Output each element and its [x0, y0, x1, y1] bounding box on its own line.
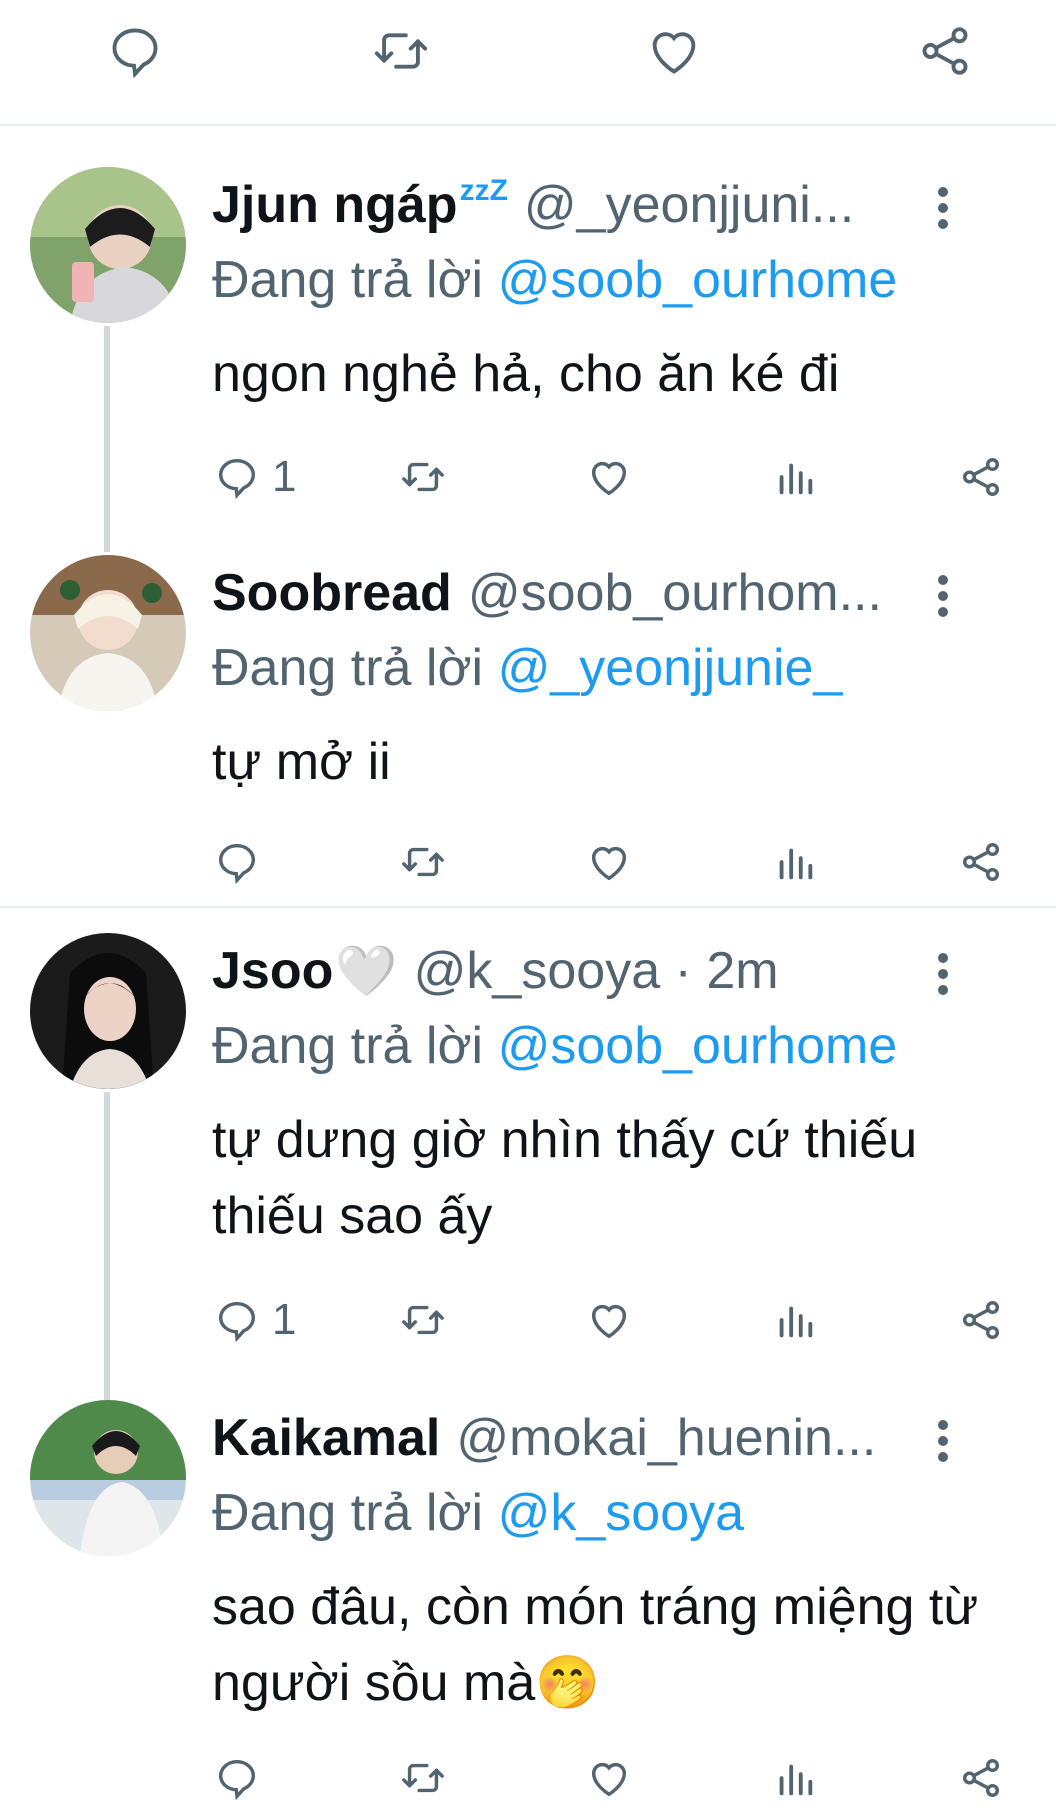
avatar[interactable] — [30, 167, 186, 323]
retweet-button[interactable] — [400, 1748, 446, 1808]
like-button[interactable] — [586, 447, 632, 507]
views-icon — [779, 1306, 813, 1338]
mention-link[interactable]: @soob_ourhome — [498, 1017, 898, 1075]
heart-icon — [591, 846, 627, 881]
views-button[interactable] — [772, 1748, 818, 1808]
replying-label: Đang trả lời — [212, 639, 484, 697]
more-vertical-icon[interactable] — [932, 1416, 952, 1466]
retweet-button[interactable] — [400, 1290, 446, 1350]
retweet-icon[interactable] — [372, 22, 430, 80]
retweet-icon — [402, 847, 444, 877]
mention-link[interactable]: @k_sooya — [498, 1484, 744, 1542]
mention-link[interactable]: @soob_ourhome — [498, 251, 898, 309]
share-button[interactable] — [958, 1290, 1004, 1350]
views-button[interactable] — [772, 447, 818, 507]
replying-label: Đang trả lời — [212, 1017, 484, 1075]
share-icon — [962, 1301, 1000, 1339]
mention-link[interactable]: @_yeonjjunie_ — [498, 639, 843, 697]
username[interactable]: @mokai_huenin... — [456, 1406, 876, 1470]
share-button[interactable] — [958, 832, 1004, 892]
reply-button[interactable]: 1 — [214, 447, 296, 507]
share-icon — [962, 458, 1000, 496]
sleep-emoji: zzZ — [459, 174, 508, 207]
heart-icon — [591, 1304, 627, 1339]
replying-to: Đang trả lời @soob_ourhome — [212, 1014, 897, 1078]
replying-label: Đang trả lời — [212, 251, 484, 309]
reply-icon — [218, 1301, 256, 1343]
reply-icon — [218, 458, 256, 500]
replying-to: Đang trả lời @soob_ourhome — [212, 248, 897, 312]
share-icon — [962, 843, 1000, 881]
tweet-header: Jjun ngáp zzZ @_yeonjjuni... — [212, 173, 978, 237]
heart-icon[interactable] — [645, 22, 703, 80]
retweet-icon — [402, 462, 444, 492]
display-name[interactable]: Kaikamal — [212, 1406, 440, 1470]
reply-button[interactable] — [214, 1748, 272, 1808]
display-name[interactable]: Soobread — [212, 561, 452, 625]
thread-line — [104, 326, 110, 552]
retweet-button[interactable] — [400, 832, 446, 892]
retweet-icon — [402, 1763, 444, 1793]
tweet-header: Jsoo 🤍 @k_sooya · 2m — [212, 939, 978, 1003]
parent-tweet-action-bar — [0, 0, 1056, 126]
tweet-text: sao đâu, còn món tráng miệng từ người sồ… — [212, 1578, 979, 1712]
more-vertical-icon[interactable] — [932, 183, 952, 233]
tweet-actions: 1 — [0, 447, 1056, 507]
more-vertical-icon[interactable] — [932, 949, 952, 999]
share-button[interactable] — [958, 447, 1004, 507]
views-icon — [779, 1764, 813, 1796]
tweet-header: Kaikamal @mokai_huenin... — [212, 1406, 978, 1470]
tweet-text: ngon nghẻ hả, cho ăn ké đi — [212, 345, 840, 403]
avatar[interactable] — [30, 933, 186, 1089]
white-heart-emoji: 🤍 — [335, 943, 398, 999]
divider — [0, 906, 1056, 908]
tweet-actions — [0, 1748, 1056, 1808]
username-and-time[interactable]: @k_sooya · 2m — [414, 939, 779, 1003]
reply-icon — [218, 843, 256, 885]
share-icon[interactable] — [916, 22, 974, 80]
reply-icon — [218, 1759, 256, 1801]
more-vertical-icon[interactable] — [932, 571, 952, 621]
thread-line — [104, 1092, 110, 1402]
reply-count: 1 — [272, 1295, 297, 1344]
views-icon — [779, 463, 813, 495]
views-button[interactable] — [772, 1290, 818, 1350]
views-icon — [779, 848, 813, 880]
tweet-actions — [0, 832, 1056, 892]
reply-button[interactable] — [214, 832, 272, 892]
replying-to: Đang trả lời @_yeonjjunie_ — [212, 636, 842, 700]
heart-icon — [591, 461, 627, 496]
tweet-text: tự dưng giờ nhìn thấy cứ thiếu thiếu sao… — [212, 1111, 918, 1245]
reply-icon[interactable] — [106, 22, 164, 80]
tweet-text: tự mở ii — [212, 733, 391, 791]
tweet-header: Soobread @soob_ourhom... — [212, 561, 978, 625]
tweet-actions: 1 — [0, 1290, 1056, 1350]
share-button[interactable] — [958, 1748, 1004, 1808]
retweet-icon — [402, 1305, 444, 1335]
reply-button[interactable]: 1 — [214, 1290, 296, 1350]
username[interactable]: @_yeonjjuni... — [524, 173, 854, 237]
replying-label: Đang trả lời — [212, 1484, 484, 1542]
like-button[interactable] — [586, 1290, 632, 1350]
username[interactable]: @soob_ourhom... — [468, 561, 882, 625]
display-name[interactable]: Jjun ngáp — [212, 173, 458, 237]
share-icon — [962, 1759, 1000, 1797]
display-name[interactable]: Jsoo — [212, 939, 333, 1003]
avatar[interactable] — [30, 1400, 186, 1556]
replying-to: Đang trả lời @k_sooya — [212, 1481, 744, 1545]
like-button[interactable] — [586, 832, 632, 892]
like-button[interactable] — [586, 1748, 632, 1808]
reply-count: 1 — [272, 452, 297, 501]
retweet-button[interactable] — [400, 447, 446, 507]
heart-icon — [591, 1762, 627, 1797]
avatar[interactable] — [30, 555, 186, 711]
views-button[interactable] — [772, 832, 818, 892]
